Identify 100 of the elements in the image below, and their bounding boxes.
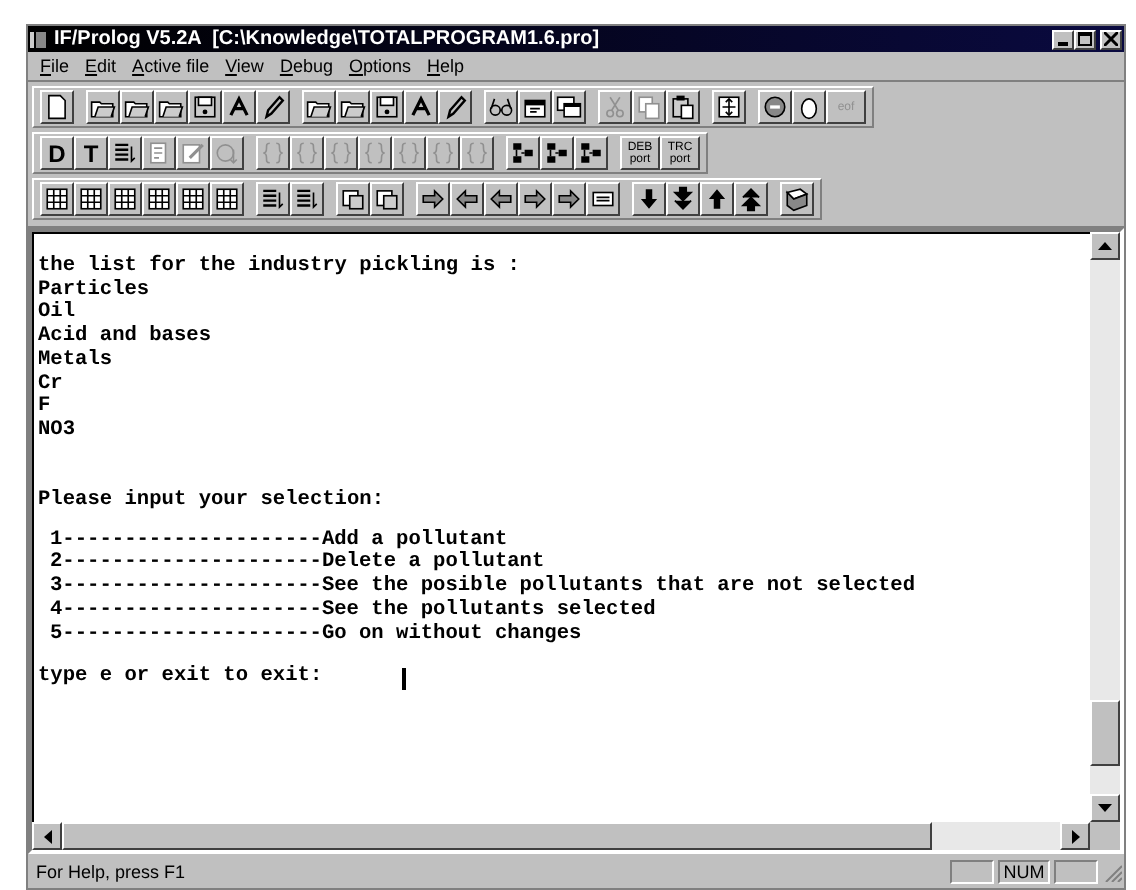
menu-item[interactable]: View [217, 56, 272, 76]
toolbar-button[interactable] [120, 90, 154, 124]
toolbar-button[interactable] [404, 90, 438, 124]
pencil-icon [442, 94, 468, 120]
toolbar-button[interactable] [484, 182, 518, 216]
list-item: NO3 [38, 419, 76, 444]
dialog-icon [522, 94, 548, 120]
list-icon [294, 186, 320, 212]
toolbar-button[interactable] [552, 90, 586, 124]
grid-icon [214, 186, 240, 212]
toolbar-button[interactable] [370, 182, 404, 216]
menu-option: 1---------------------Add a pollutant [38, 529, 508, 553]
tree-icon [578, 140, 604, 166]
arrow-right-icon [522, 186, 548, 212]
arrow-up-icon [1098, 242, 1112, 250]
toolbar-button[interactable] [222, 90, 256, 124]
toolbar-button[interactable] [370, 90, 404, 124]
toolbar-button[interactable] [86, 90, 120, 124]
toolbar-button[interactable] [336, 90, 370, 124]
toolbar-button[interactable] [142, 182, 176, 216]
close-button[interactable] [1100, 29, 1122, 49]
horizontal-scrollbar[interactable] [32, 822, 1090, 850]
glasses-icon [488, 94, 514, 120]
pencil-icon [260, 94, 286, 120]
list-item: Particles [38, 279, 150, 302]
egg-icon [796, 94, 822, 120]
toolbar-button[interactable] [416, 182, 450, 216]
scroll-down-button[interactable] [1090, 794, 1120, 822]
edit-icon [180, 140, 206, 166]
menu-item[interactable]: Edit [77, 56, 125, 76]
menu-option: 4---------------------See the pollutants selected [38, 599, 656, 624]
menu-item[interactable]: Debug [271, 56, 341, 76]
scroll-left-button[interactable] [32, 822, 62, 850]
minimize-button[interactable] [1052, 29, 1074, 49]
toolbar-button[interactable] [290, 182, 324, 216]
toolbar-button[interactable] [574, 136, 608, 170]
scissors-icon [602, 94, 628, 120]
stop-icon [762, 94, 788, 120]
menu-item[interactable]: Help [419, 56, 473, 76]
toolbar-button[interactable] [108, 182, 142, 216]
toolbar-button[interactable] [108, 136, 142, 170]
toolbar-button[interactable] [758, 90, 792, 124]
toolbar-button[interactable] [188, 90, 222, 124]
list-item: Metals [38, 349, 113, 374]
menu-item[interactable]: Options [340, 56, 420, 76]
list-heading: the list for the industry pickling is : [38, 256, 520, 279]
toolbar-button[interactable] [632, 182, 666, 216]
close-icon [1104, 32, 1118, 46]
status-panel [950, 859, 994, 883]
toolbar-button[interactable] [734, 182, 768, 216]
brace-icon [362, 140, 388, 166]
scroll-thumb[interactable] [1090, 700, 1120, 766]
windows-icon [556, 94, 582, 120]
menu-item[interactable]: File [32, 56, 78, 76]
toolbar-button[interactable] [666, 182, 700, 216]
double-arrow-down-icon [670, 186, 696, 212]
toolbar-button[interactable] [302, 90, 336, 124]
toolbar-button[interactable] [450, 182, 484, 216]
copy-icon [636, 94, 662, 120]
toolbar-button[interactable] [210, 182, 244, 216]
toolbar-button[interactable] [74, 182, 108, 216]
toolbar-button[interactable] [666, 90, 700, 124]
scroll-thumb[interactable] [62, 822, 932, 850]
toolbar-button[interactable] [256, 90, 290, 124]
toolbar-button[interactable] [712, 90, 746, 124]
toolbar-button[interactable] [780, 182, 814, 216]
vertical-scrollbar[interactable] [1090, 232, 1120, 822]
toolbar-button[interactable] [438, 90, 472, 124]
arrow-down-icon [1098, 804, 1112, 812]
toolbar-button[interactable] [540, 136, 574, 170]
toolbar-button[interactable] [484, 90, 518, 124]
toolbar-button[interactable]: D [40, 136, 74, 170]
toolbar-button[interactable] [176, 182, 210, 216]
scroll-right-button[interactable] [1060, 822, 1090, 850]
toolbar-button[interactable] [518, 90, 552, 124]
toolbar-button[interactable] [256, 182, 290, 216]
document-icon [146, 140, 172, 166]
maximize-button[interactable] [1074, 29, 1096, 49]
toolbar-button[interactable] [506, 136, 540, 170]
menu-option: 3---------------------See the posible pollutants that are not selected [38, 576, 916, 600]
toolbar-button[interactable] [792, 90, 826, 124]
toolbar-button[interactable]: T [74, 136, 108, 170]
toolbar-button[interactable] [586, 182, 620, 216]
toolbar-button[interactable] [336, 182, 370, 216]
toolbar-button[interactable] [518, 182, 552, 216]
toolbar-button[interactable] [154, 90, 188, 124]
toolbar-button[interactable] [552, 182, 586, 216]
resize-grip-icon[interactable] [1102, 861, 1122, 881]
brace-icon [396, 140, 422, 166]
toolbar-button[interactable] [40, 90, 74, 124]
arrow-right-icon [1071, 829, 1079, 843]
status-message: For Help, press F1 [36, 861, 188, 881]
toolbar-button[interactable] [40, 182, 74, 216]
brace-icon [294, 140, 320, 166]
scroll-up-button[interactable] [1090, 232, 1120, 260]
toolbar-button[interactable] [700, 182, 734, 216]
arrow-left-icon [43, 829, 51, 843]
menu-item[interactable]: Active file [124, 56, 218, 76]
selection-prompt: Please input your selection: [38, 490, 385, 514]
list-item: Oil [38, 302, 76, 325]
